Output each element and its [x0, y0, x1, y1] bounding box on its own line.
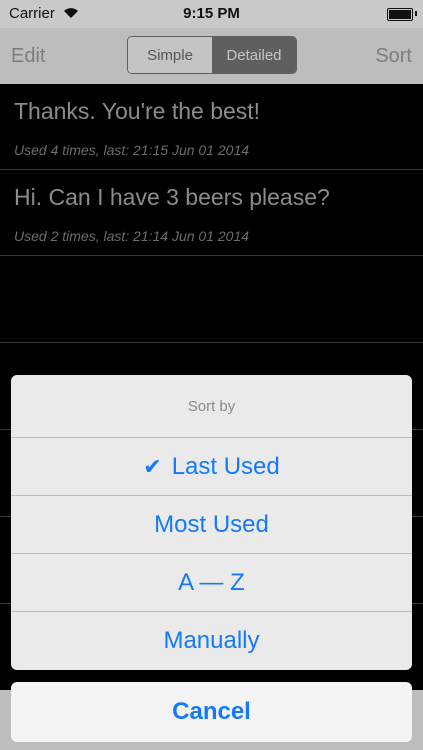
sort-action-sheet: Sort by ✔ Last Used Most Used A — Z Manu… — [11, 375, 412, 670]
list-item[interactable]: Thanks. You're the best! Used 4 times, l… — [0, 84, 423, 170]
phrase-text: Hi. Can I have 3 beers please? — [14, 184, 330, 210]
sort-option-label: A — Z — [178, 568, 245, 596]
phrase-text: Thanks. You're the best! — [14, 98, 261, 124]
checkmark-icon: ✔ — [143, 453, 162, 479]
phrase-usage: Used 4 times, last: 21:15 Jun 01 2014 — [14, 142, 250, 158]
segment-simple[interactable]: Simple — [128, 37, 212, 73]
empty-row — [0, 256, 423, 343]
sheet-title: Sort by — [11, 375, 412, 438]
sort-button[interactable]: Sort — [375, 45, 412, 68]
cancel-button[interactable]: Cancel — [11, 682, 412, 742]
sort-option-last-used[interactable]: ✔ Last Used — [11, 438, 412, 496]
sort-option-label: Last Used — [171, 452, 280, 480]
sort-option-most-used[interactable]: Most Used — [11, 496, 412, 554]
battery-cap — [415, 11, 417, 16]
clock-label: 9:15 PM — [183, 5, 240, 22]
list-item[interactable]: Hi. Can I have 3 beers please? Used 2 ti… — [0, 170, 423, 256]
navigation-bar: Edit Simple Detailed Sort — [0, 28, 423, 84]
sort-option-manually[interactable]: Manually — [11, 612, 412, 670]
edit-button[interactable]: Edit — [11, 45, 45, 68]
mode-segmented-control: Simple Detailed — [127, 36, 297, 74]
phrase-usage: Used 2 times, last: 21:14 Jun 01 2014 — [14, 228, 250, 244]
battery-icon — [387, 8, 413, 21]
sort-option-label: Most Used — [154, 510, 269, 538]
sort-option-label: Manually — [163, 627, 260, 654]
status-bar: Carrier 9:15 PM — [0, 0, 423, 28]
sort-option-a-z[interactable]: A — Z — [11, 554, 412, 612]
segment-detailed[interactable]: Detailed — [212, 37, 296, 73]
